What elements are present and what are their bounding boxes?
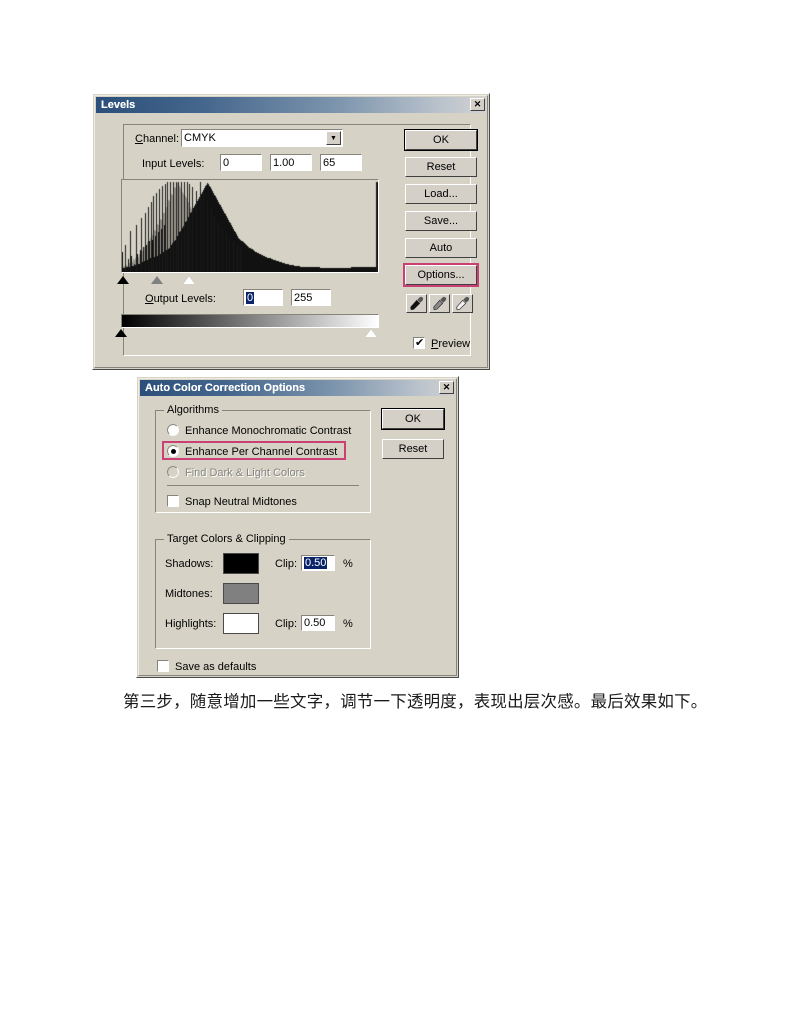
levels-titlebar[interactable]: Levels ✕ bbox=[96, 97, 486, 113]
algorithm-radio-0[interactable] bbox=[166, 423, 180, 437]
body-paragraph: 第三步，随意增加一些文字，调节一下透明度，表现出层次感。最后效果如下。 bbox=[90, 686, 710, 718]
target-row-clip-value-0: 0.50 bbox=[304, 557, 328, 569]
save-button[interactable]: Save... bbox=[405, 211, 477, 231]
target-row-clip-label-2: Clip: bbox=[275, 618, 298, 630]
channel-select[interactable]: CMYK ▼ bbox=[180, 128, 344, 148]
algorithm-label-2: Find Dark & Light Colors bbox=[185, 467, 305, 479]
snap-neutral-midtones-label: Snap Neutral Midtones bbox=[185, 496, 297, 508]
close-icon[interactable]: ✕ bbox=[470, 98, 485, 111]
input-levels-label: Input Levels: bbox=[142, 158, 205, 170]
preview-label: Preview bbox=[431, 338, 471, 350]
auto-button[interactable]: Auto bbox=[405, 238, 477, 258]
ok-button[interactable]: OK bbox=[405, 130, 477, 150]
output-black-slider[interactable] bbox=[115, 329, 127, 337]
output-level-white-value: 255 bbox=[294, 291, 313, 304]
target-row-swatch-0[interactable] bbox=[223, 553, 259, 574]
target-row-label-0: Shadows: bbox=[165, 558, 214, 570]
target-row-clip-field-2[interactable]: 0.50 bbox=[300, 614, 336, 632]
load-button-label: Load... bbox=[424, 188, 458, 200]
save-button-label: Save... bbox=[423, 215, 459, 227]
preview-checkbox[interactable] bbox=[412, 336, 426, 350]
load-button[interactable]: Load... bbox=[405, 184, 477, 204]
channel-label: Channel: bbox=[135, 133, 180, 145]
save-as-defaults-checkbox[interactable] bbox=[156, 659, 170, 673]
target-row-clip-field-0[interactable]: 0.50 bbox=[300, 554, 336, 572]
algorithms-divider bbox=[167, 485, 359, 486]
acc-titlebar[interactable]: Auto Color Correction Options ✕ bbox=[140, 380, 455, 396]
input-level-highlight-field[interactable]: 65 bbox=[319, 153, 363, 172]
close-icon[interactable]: ✕ bbox=[439, 381, 454, 394]
snap-neutral-midtones-checkbox[interactable] bbox=[166, 494, 180, 508]
levels-dialog-title: Levels bbox=[101, 99, 136, 111]
input-level-midtone-value: 1.00 bbox=[273, 156, 295, 169]
output-gradient-ramp bbox=[121, 314, 379, 328]
set-black-point-eyedropper-icon[interactable] bbox=[406, 294, 427, 313]
reset-button-label: Reset bbox=[426, 161, 456, 173]
target-row-label-1: Midtones: bbox=[165, 588, 213, 600]
target-row-percent-2: % bbox=[343, 618, 353, 630]
target-row-clip-label-0: Clip: bbox=[275, 558, 298, 570]
input-shadow-slider[interactable] bbox=[117, 276, 129, 284]
output-level-black-value: 0 bbox=[246, 291, 255, 304]
body-paragraph-text: 第三步，随意增加一些文字，调节一下透明度，表现出层次感。最后效果如下。 bbox=[123, 692, 708, 711]
reset-button[interactable]: Reset bbox=[382, 439, 444, 459]
input-level-midtone-field[interactable]: 1.00 bbox=[269, 153, 313, 172]
set-gray-point-eyedropper-icon[interactable] bbox=[429, 294, 450, 313]
ok-button-label: OK bbox=[405, 413, 421, 425]
input-highlight-slider[interactable] bbox=[183, 276, 195, 284]
reset-button[interactable]: Reset bbox=[405, 157, 477, 177]
target-row-swatch-1[interactable] bbox=[223, 583, 259, 604]
output-levels-label: Output Levels: bbox=[145, 293, 216, 305]
algorithm-radio-2 bbox=[166, 465, 180, 479]
output-level-black-field[interactable]: 0 bbox=[242, 288, 284, 307]
channel-value: CMYK bbox=[184, 132, 216, 144]
histogram-display bbox=[121, 179, 379, 273]
algorithms-group-label: Algorithms bbox=[164, 404, 222, 416]
target-row-swatch-2[interactable] bbox=[223, 613, 259, 634]
algorithm-label-1[interactable]: Enhance Per Channel Contrast bbox=[185, 446, 337, 458]
output-white-slider[interactable] bbox=[365, 329, 377, 337]
set-white-point-eyedropper-icon[interactable] bbox=[452, 294, 473, 313]
input-level-highlight-value: 65 bbox=[323, 156, 336, 169]
target-row-label-2: Highlights: bbox=[165, 618, 217, 630]
algorithm-label-0[interactable]: Enhance Monochromatic Contrast bbox=[185, 425, 351, 437]
ok-button-label: OK bbox=[433, 134, 449, 146]
levels-dialog: Levels ✕ Channel: CMYK ▼ Input Levels: 0… bbox=[92, 93, 490, 370]
reset-button-label: Reset bbox=[398, 443, 428, 455]
auto-color-correction-options-dialog: Auto Color Correction Options ✕ Algorith… bbox=[136, 376, 459, 678]
output-level-white-field[interactable]: 255 bbox=[290, 288, 332, 307]
target-row-percent-0: % bbox=[343, 558, 353, 570]
input-midtone-slider[interactable] bbox=[151, 276, 163, 284]
algorithm-radio-1[interactable] bbox=[166, 444, 180, 458]
acc-dialog-title: Auto Color Correction Options bbox=[145, 382, 306, 394]
input-level-shadow-field[interactable]: 0 bbox=[219, 153, 263, 172]
input-level-shadow-value: 0 bbox=[223, 156, 230, 169]
auto-button-label: Auto bbox=[429, 242, 453, 254]
target-row-clip-value-2: 0.50 bbox=[304, 617, 326, 629]
save-as-defaults-label: Save as defaults bbox=[175, 661, 257, 673]
ok-button[interactable]: OK bbox=[382, 409, 444, 429]
target-colors-group-label: Target Colors & Clipping bbox=[164, 533, 289, 545]
options-button-label: Options... bbox=[417, 269, 465, 281]
options-button[interactable]: Options... bbox=[405, 265, 477, 285]
chevron-down-icon[interactable]: ▼ bbox=[326, 131, 341, 145]
